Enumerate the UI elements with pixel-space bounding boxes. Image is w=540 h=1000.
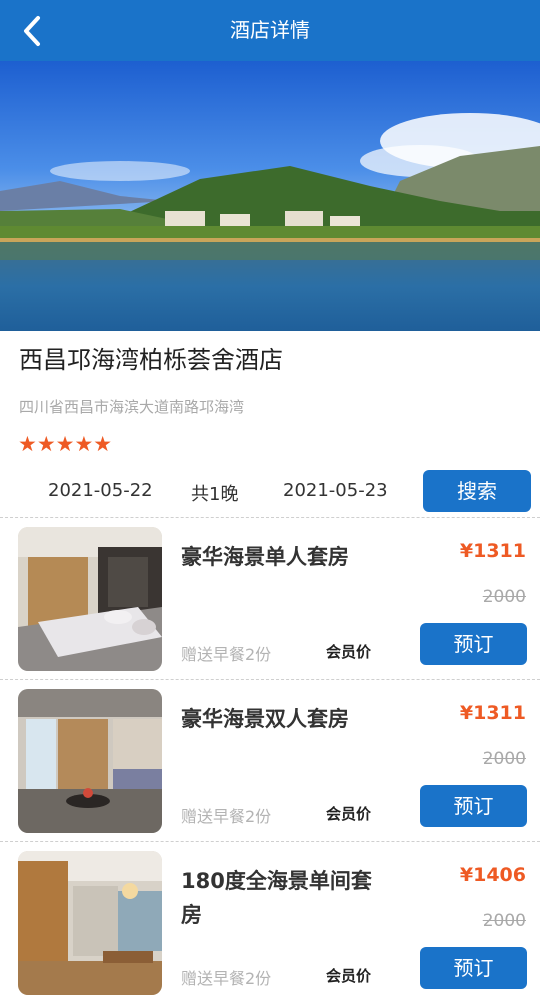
check-out-date[interactable]: 2021-05-23 bbox=[283, 480, 388, 501]
room-name: 180度全海景单间套房 bbox=[181, 869, 372, 927]
book-button[interactable]: 预订 bbox=[420, 947, 527, 989]
room-thumbnail[interactable] bbox=[18, 689, 162, 833]
star-rating: ★★★★★ bbox=[18, 432, 113, 456]
room-gift: 赠送早餐2份 bbox=[181, 645, 272, 664]
hotel-hero-image[interactable] bbox=[0, 61, 540, 331]
hotel-address: 四川省西昌市海滨大道南路邛海湾 bbox=[19, 398, 245, 416]
room-thumbnail[interactable] bbox=[18, 851, 162, 995]
book-button[interactable]: 预订 bbox=[420, 785, 527, 827]
room-item[interactable]: 豪华海景双人套房 ¥1311 2000 赠送早餐2份 会员价 预订 bbox=[0, 680, 540, 840]
page-title: 酒店详情 bbox=[230, 18, 310, 42]
member-price-label: 会员价 bbox=[326, 967, 372, 985]
room-original-price: 2000 bbox=[482, 911, 526, 931]
room-item[interactable]: 豪华海景单人套房 ¥1311 2000 赠送早餐2份 会员价 预订 bbox=[0, 518, 540, 678]
room-name: 豪华海景双人套房 bbox=[181, 707, 349, 731]
member-price-label: 会员价 bbox=[326, 643, 372, 661]
room-original-price: 2000 bbox=[482, 587, 526, 607]
member-price-label: 会员价 bbox=[326, 805, 372, 823]
top-bar: 酒店详情 bbox=[0, 0, 540, 61]
search-button[interactable]: 搜索 bbox=[423, 470, 531, 512]
room-gift: 赠送早餐2份 bbox=[181, 807, 272, 826]
room-thumbnail[interactable] bbox=[18, 527, 162, 671]
room-gift: 赠送早餐2份 bbox=[181, 969, 272, 988]
hotel-name: 西昌邛海湾柏栎荟舍酒店 bbox=[19, 346, 283, 374]
room-price: ¥1311 bbox=[459, 702, 526, 724]
room-original-price: 2000 bbox=[482, 749, 526, 769]
book-button[interactable]: 预订 bbox=[420, 623, 527, 665]
nights-count: 共1晚 bbox=[191, 484, 239, 505]
room-item[interactable]: 180度全海景单间套房 ¥1406 2000 赠送早餐2份 会员价 预订 bbox=[0, 842, 540, 1000]
check-in-date[interactable]: 2021-05-22 bbox=[48, 480, 153, 501]
room-price: ¥1311 bbox=[459, 540, 526, 562]
room-price: ¥1406 bbox=[459, 864, 526, 886]
room-name: 豪华海景单人套房 bbox=[181, 545, 349, 569]
